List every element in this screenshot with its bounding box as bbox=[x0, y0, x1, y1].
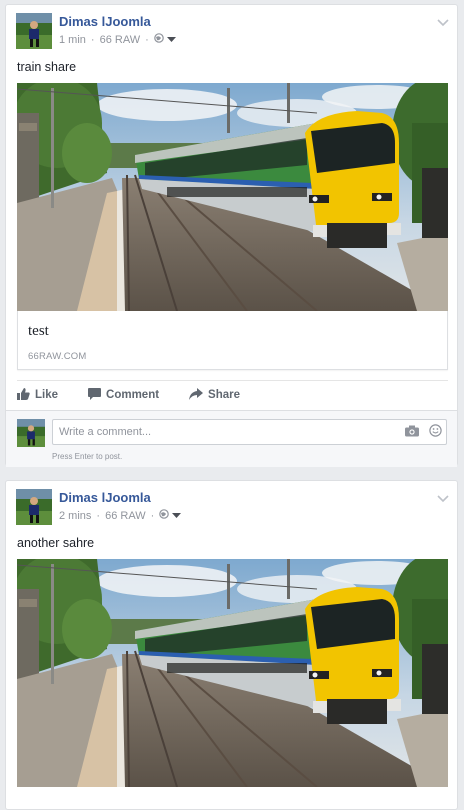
post-meta: 1 min · 66 RAW · bbox=[59, 33, 176, 46]
link-title[interactable]: test bbox=[28, 323, 49, 340]
post-page[interactable]: 66 RAW bbox=[105, 510, 146, 522]
meta-separator: · bbox=[145, 33, 149, 46]
author-name[interactable]: Dimas lJoomla bbox=[59, 14, 151, 29]
link-domain: 66RAW.COM bbox=[28, 351, 87, 362]
link-preview[interactable]: test 66RAW.COM bbox=[17, 311, 448, 370]
author-name[interactable]: Dimas lJoomla bbox=[59, 490, 151, 505]
comment-icon bbox=[88, 387, 102, 403]
comment-hint: Press Enter to post. bbox=[52, 452, 123, 461]
post-time[interactable]: 1 min bbox=[59, 34, 86, 46]
post-text: another sahre bbox=[17, 536, 95, 550]
share-label: Share bbox=[208, 389, 241, 401]
caret-down-icon[interactable] bbox=[166, 34, 176, 46]
meta-separator: · bbox=[150, 509, 155, 522]
like-icon bbox=[17, 387, 30, 403]
caret-down-icon[interactable] bbox=[172, 510, 182, 522]
author-avatar[interactable] bbox=[16, 13, 52, 49]
share-button[interactable]: Share bbox=[189, 387, 241, 403]
comment-section: Write a comment... Press Enter to post. bbox=[6, 410, 457, 467]
emoji-icon[interactable] bbox=[429, 424, 442, 442]
post-time[interactable]: 2 mins bbox=[59, 510, 91, 522]
post-actions: Like Comment Share bbox=[17, 381, 448, 409]
post-text: train share bbox=[17, 60, 77, 74]
train-photo[interactable] bbox=[17, 559, 448, 787]
post-page[interactable]: 66 RAW bbox=[100, 34, 141, 46]
comment-input[interactable]: Write a comment... bbox=[52, 419, 447, 445]
like-button[interactable]: Like bbox=[17, 387, 59, 403]
chevron-down-icon[interactable] bbox=[437, 490, 449, 508]
meta-separator: · bbox=[96, 509, 101, 522]
post-meta: 2 mins · 66 RAW · bbox=[59, 509, 182, 522]
feed-post: Dimas lJoomla 2 mins · 66 RAW · another … bbox=[5, 480, 458, 810]
comment-input-icons bbox=[405, 424, 442, 442]
globe-icon[interactable] bbox=[153, 33, 164, 46]
feed-post: Dimas lJoomla 1 min · 66 RAW · train sha… bbox=[5, 4, 458, 467]
camera-icon[interactable] bbox=[405, 424, 419, 442]
meta-separator: · bbox=[90, 33, 95, 46]
commenter-avatar[interactable] bbox=[17, 419, 45, 447]
like-label: Like bbox=[35, 389, 59, 401]
globe-icon[interactable] bbox=[159, 509, 170, 522]
chevron-down-icon[interactable] bbox=[437, 14, 449, 32]
comment-label: Comment bbox=[106, 389, 160, 401]
train-photo[interactable] bbox=[17, 83, 448, 311]
comment-placeholder: Write a comment... bbox=[59, 426, 152, 438]
share-icon bbox=[189, 387, 204, 403]
author-avatar[interactable] bbox=[16, 489, 52, 525]
comment-button[interactable]: Comment bbox=[88, 387, 160, 403]
